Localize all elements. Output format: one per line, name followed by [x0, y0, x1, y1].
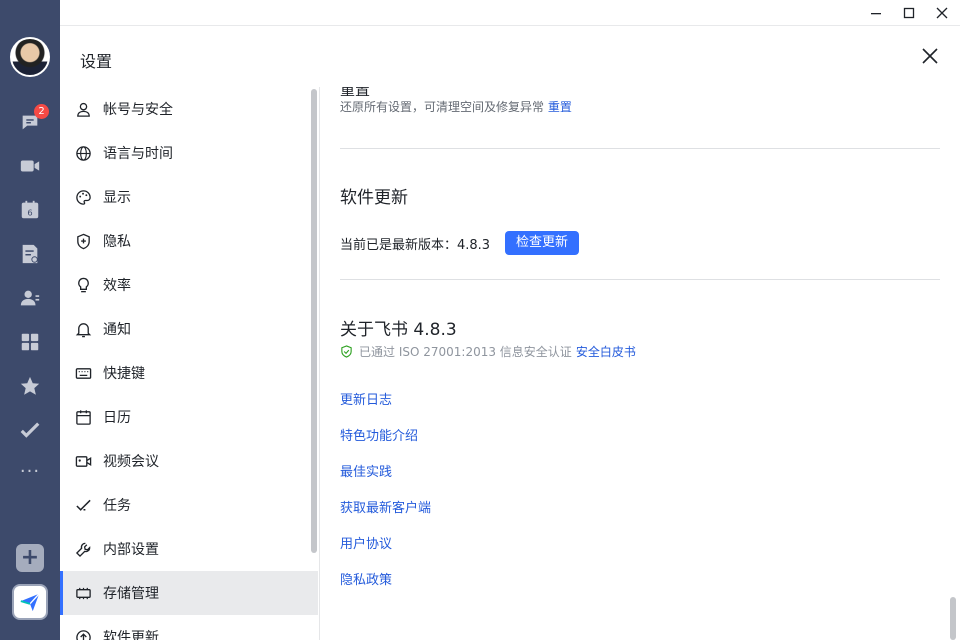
maximize-icon[interactable] [899, 3, 919, 23]
nav-item-storage[interactable]: 存储管理 [60, 571, 318, 615]
add-app-button[interactable]: + [16, 544, 44, 572]
download-client-link[interactable]: 获取最新客户端 [340, 497, 431, 516]
current-version-text: 当前已是最新版本：4.8.3 [340, 238, 491, 253]
reset-description-text: 还原所有设置，可清理空间及修复异常 [340, 100, 545, 114]
nav-item-language-time[interactable]: 语言与时间 [60, 131, 318, 175]
software-update-title: 软件更新 [340, 188, 408, 208]
contacts-icon[interactable] [18, 286, 42, 310]
bell-icon [74, 320, 92, 338]
video-icon[interactable] [18, 154, 42, 178]
nav-item-label: 任务 [103, 498, 131, 514]
favorites-icon[interactable] [18, 374, 42, 398]
user-agreement-link[interactable]: 用户协议 [340, 533, 392, 552]
docs-icon[interactable] [18, 242, 42, 266]
security-whitepaper-link[interactable]: 安全白皮书 [576, 343, 636, 360]
shield-check-icon [341, 345, 352, 358]
divider [340, 279, 940, 280]
divider [340, 148, 940, 149]
certification-line: 已通过 ISO 27001:2013 信息安全认证 安全白皮书 [340, 343, 636, 360]
palette-icon [74, 188, 92, 206]
shield-icon [74, 232, 92, 250]
nav-item-calendar[interactable]: 日历 [60, 395, 318, 439]
task-check-icon [74, 496, 92, 514]
lightbulb-icon [74, 276, 92, 294]
certification-text: 已通过 ISO 27001:2013 信息安全认证 [359, 345, 572, 359]
app-rail: 2 6 ··· + [0, 0, 60, 640]
best-practices-link[interactable]: 最佳实践 [340, 461, 392, 480]
nav-item-tasks[interactable]: 任务 [60, 483, 318, 527]
nav-item-label: 日历 [103, 410, 131, 426]
nav-item-shortcuts[interactable]: 快捷键 [60, 351, 318, 395]
content-scrollbar[interactable] [950, 597, 956, 640]
user-icon [74, 100, 92, 118]
globe-icon [74, 144, 92, 162]
settings-content: 重置 还原所有设置，可清理空间及修复异常 重置 软件更新 当前已是最新版本：4.… [320, 87, 960, 640]
nav-item-notifications[interactable]: 通知 [60, 307, 318, 351]
chip-icon [74, 584, 92, 602]
nav-item-label: 存储管理 [103, 586, 159, 602]
video-icon [74, 452, 92, 470]
nav-item-display[interactable]: 显示 [60, 175, 318, 219]
close-icon[interactable] [918, 44, 942, 68]
workplace-icon[interactable] [18, 330, 42, 354]
calendar-day: 6 [27, 208, 32, 218]
unread-badge: 2 [34, 104, 49, 119]
upload-circle-icon [74, 628, 92, 640]
nav-item-label: 视频会议 [103, 454, 159, 470]
nav-item-label: 隐私 [103, 234, 131, 250]
nav-item-privacy[interactable]: 隐私 [60, 219, 318, 263]
feishu-logo-icon[interactable] [12, 584, 48, 620]
keyboard-icon [74, 364, 92, 382]
avatar[interactable] [10, 37, 50, 77]
nav-item-internal-settings[interactable]: 内部设置 [60, 527, 318, 571]
window-close-icon[interactable] [932, 3, 952, 23]
nav-item-video-meeting[interactable]: 视频会议 [60, 439, 318, 483]
minimize-icon[interactable] [866, 3, 886, 23]
title-bar [60, 0, 960, 26]
nav-item-account-security[interactable]: 帐号与安全 [60, 87, 318, 131]
page-title: 设置 [80, 52, 113, 71]
reset-link[interactable]: 重置 [548, 100, 572, 114]
nav-item-label: 帐号与安全 [103, 102, 173, 118]
calendar-icon[interactable]: 6 [18, 198, 42, 222]
nav-item-label: 快捷键 [103, 366, 145, 382]
calendar-icon [74, 408, 92, 426]
nav-item-label: 语言与时间 [103, 146, 173, 162]
features-link[interactable]: 特色功能介绍 [340, 425, 418, 444]
nav-item-efficiency[interactable]: 效率 [60, 263, 318, 307]
nav-item-label: 显示 [103, 190, 131, 206]
tasks-icon[interactable] [18, 418, 42, 442]
settings-nav: 帐号与安全 语言与时间 显示 隐私 效率 通知 快捷键 日历 视频会议 任务 内… [60, 87, 320, 640]
nav-item-label: 效率 [103, 278, 131, 294]
changelog-link[interactable]: 更新日志 [340, 389, 392, 408]
about-title: 关于飞书 4.8.3 [340, 320, 457, 340]
nav-item-label: 软件更新 [103, 630, 159, 640]
nav-item-software-update[interactable]: 软件更新 [60, 615, 318, 640]
reset-description: 还原所有设置，可清理空间及修复异常 重置 [340, 98, 572, 115]
nav-scrollbar[interactable] [311, 89, 317, 553]
nav-item-label: 内部设置 [103, 542, 159, 558]
privacy-policy-link[interactable]: 隐私政策 [340, 569, 392, 588]
nav-item-label: 通知 [103, 322, 131, 338]
check-update-button[interactable]: 检查更新 [505, 231, 579, 255]
wrench-icon [74, 540, 92, 558]
more-icon[interactable]: ··· [18, 462, 42, 486]
